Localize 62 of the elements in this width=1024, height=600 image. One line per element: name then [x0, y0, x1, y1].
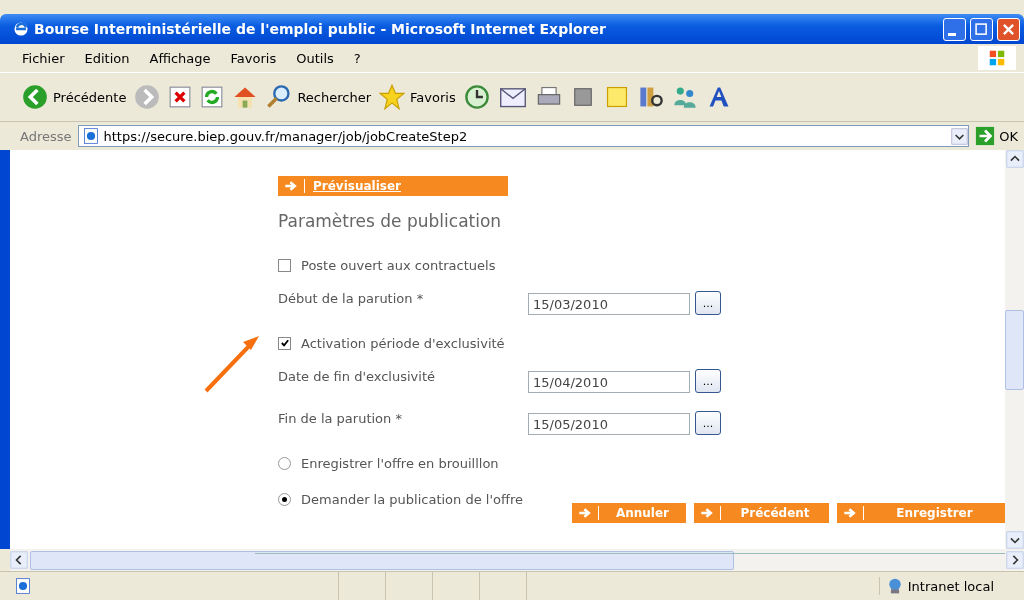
search-icon [266, 84, 293, 110]
scroll-right-icon[interactable] [1006, 551, 1024, 569]
radio-button[interactable] [278, 456, 291, 470]
scroll-left-icon[interactable] [10, 551, 28, 569]
star-icon [379, 84, 406, 110]
back-button[interactable]: Précédente [22, 84, 127, 110]
check-icon [279, 338, 290, 348]
menu-item[interactable]: Outils [296, 50, 334, 66]
checkbox-label: Activation période d'exclusivité [301, 335, 505, 351]
favorites-button[interactable]: Favoris [379, 84, 456, 110]
date-field[interactable]: 15/03/2010 [528, 293, 690, 315]
stop-button[interactable] [168, 85, 193, 109]
go-button[interactable]: OK [975, 126, 1018, 146]
menu-item[interactable]: Edition [84, 50, 130, 66]
history-button[interactable] [463, 84, 490, 110]
refresh-icon [200, 85, 225, 109]
minimize-button[interactable] [943, 17, 966, 41]
scroll-down-icon[interactable] [1005, 531, 1024, 549]
arrow-right-icon [700, 506, 714, 520]
menu-item[interactable]: Favoris [230, 50, 277, 66]
menu-item[interactable]: ? [353, 50, 361, 66]
radio-button[interactable] [278, 492, 291, 506]
arrow-right-icon [975, 126, 996, 146]
radio-label: Demander la publication de l'offre [301, 491, 523, 507]
dropdown-icon[interactable] [951, 127, 969, 145]
forward-icon [134, 84, 161, 110]
stop-icon [168, 85, 193, 109]
checkbox[interactable] [278, 336, 291, 350]
address-field[interactable]: https://secure.biep.gouv.fr/manager/job/jobCreateStep2 [77, 125, 970, 147]
search-button[interactable]: Rechercher [266, 84, 372, 110]
scroll-up-icon[interactable] [1005, 150, 1024, 168]
close-button[interactable] [997, 17, 1020, 41]
menu-item[interactable]: Fichier [22, 50, 65, 66]
radio-label: Enregistrer l'offre en brouilllon [301, 455, 499, 471]
field-label: Fin de la parution * [278, 411, 403, 426]
checkbox-label: Poste ouvert aux contractuels [301, 257, 496, 273]
minimize-icon [947, 32, 956, 36]
arrow-right-icon [284, 179, 298, 193]
maximize-button[interactable] [970, 17, 993, 41]
field-label: Début de la parution * [278, 291, 425, 306]
arrow-right-icon [578, 506, 592, 520]
page-icon [81, 127, 100, 145]
date-field[interactable]: 15/05/2010 [528, 413, 690, 435]
address-label: Adresse [20, 128, 72, 144]
back-icon [22, 84, 48, 110]
field-label: Date de fin d'exclusivité [278, 369, 436, 384]
calendar-button[interactable]: ... [695, 291, 721, 315]
date-field[interactable]: 15/04/2010 [528, 371, 690, 393]
clock-icon [463, 84, 490, 110]
window-title: Bourse Interministérielle de l'emploi public - Microsoft Internet Explorer [34, 21, 607, 37]
zone-label: Intranet local [907, 578, 994, 594]
checkbox[interactable] [278, 258, 291, 272]
section-heading: Paramètres de publication [278, 211, 503, 231]
calendar-button[interactable]: ... [695, 369, 721, 393]
refresh-button[interactable] [200, 85, 225, 109]
menu-item[interactable]: Affichage [149, 50, 211, 66]
maximize-icon [973, 20, 990, 38]
flag-icon [987, 48, 1007, 68]
page-icon [14, 577, 32, 595]
annotation-arrow [203, 334, 261, 394]
arrow-right-icon [843, 506, 857, 520]
calendar-button[interactable]: ... [695, 411, 721, 435]
